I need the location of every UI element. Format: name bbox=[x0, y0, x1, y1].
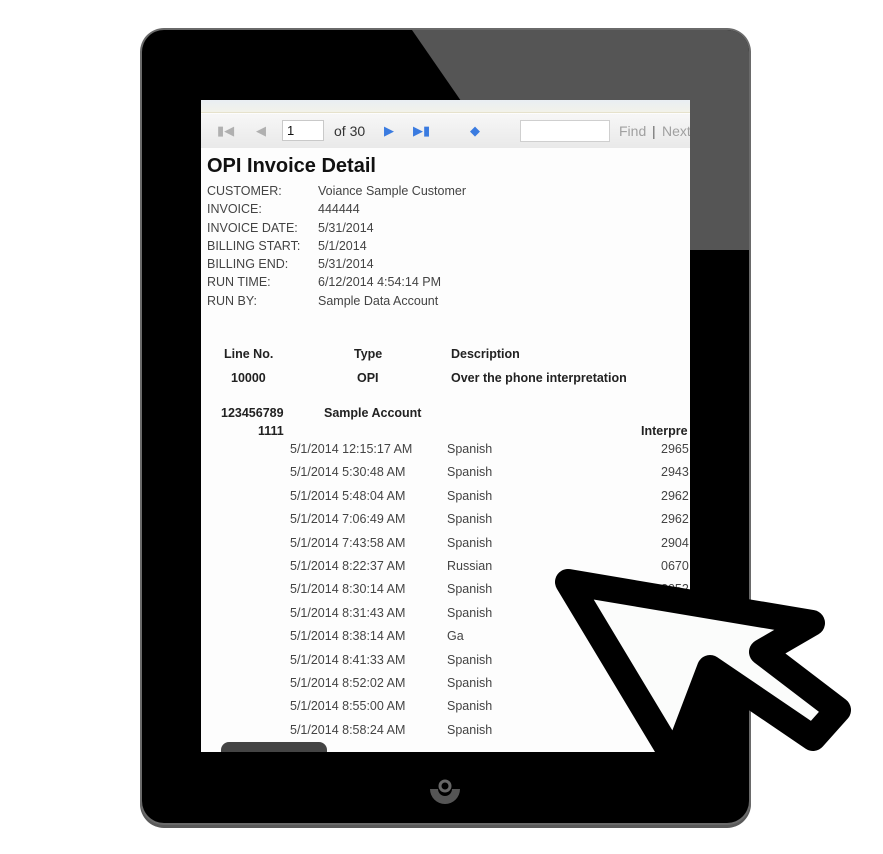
meta-label: CUSTOMER: bbox=[207, 184, 282, 198]
call-interpreter-id: 2943 bbox=[661, 465, 689, 480]
call-time: 5/1/2014 8:38:14 AM bbox=[290, 629, 406, 644]
meta-label: BILLING START: bbox=[207, 238, 301, 253]
meta-row-billing-start: BILLING START: 5/1/2014 bbox=[207, 237, 466, 255]
account-number: 123456789 bbox=[221, 406, 284, 420]
browser-top-strip bbox=[201, 100, 690, 113]
meta-value: 444444 bbox=[318, 202, 360, 217]
meta-row-run-time: RUN TIME: 6/12/2014 4:54:14 PM bbox=[207, 273, 466, 291]
line-description: Over the phone interpretation bbox=[451, 371, 627, 385]
column-header-line-no: Line No. bbox=[224, 347, 274, 361]
page-count-label: of 30 bbox=[334, 123, 366, 139]
line-number: 10000 bbox=[231, 371, 266, 385]
meta-label: INVOICE DATE: bbox=[207, 220, 298, 235]
call-language: Ga bbox=[447, 629, 464, 644]
call-time: 5/1/2014 5:48:04 AM bbox=[290, 488, 406, 503]
find-text-input[interactable] bbox=[520, 120, 610, 142]
call-interpreter-id: 2965 bbox=[661, 442, 689, 456]
call-language: Spanish bbox=[447, 535, 493, 550]
call-time: 5/1/2014 8:58:24 AM bbox=[290, 722, 406, 737]
call-time: 5/1/2014 7:43:58 AM bbox=[290, 535, 406, 550]
meta-label: RUN BY: bbox=[207, 293, 258, 308]
call-row: 5/1/2014 5:48:04 AM Spanish 2962 bbox=[201, 489, 690, 512]
call-language: Spanish bbox=[447, 465, 493, 480]
meta-value: 6/12/2014 4:54:14 PM bbox=[318, 275, 442, 290]
call-language: Spanish bbox=[447, 582, 493, 597]
call-language: Spanish bbox=[447, 488, 493, 503]
call-language: Russian bbox=[447, 558, 493, 573]
column-header-type: Type bbox=[354, 347, 383, 361]
meta-label: BILLING END: bbox=[207, 257, 289, 272]
call-language: Spanish bbox=[447, 605, 493, 620]
sub-account-number: 1111 bbox=[258, 424, 284, 438]
call-time: 5/1/2014 12:15:17 AM bbox=[290, 442, 413, 456]
call-row: 5/1/2014 7:06:49 AM Spanish 2962 bbox=[201, 512, 690, 535]
call-row: 5/1/2014 7:43:58 AM Spanish 2904 bbox=[201, 536, 690, 559]
call-time: 5/1/2014 8:41:33 AM bbox=[290, 652, 406, 667]
call-time: 5/1/2014 8:22:37 AM bbox=[290, 558, 406, 573]
bottom-overlay-tab[interactable] bbox=[221, 742, 327, 752]
meta-value: 5/1/2014 bbox=[318, 238, 367, 253]
meta-label: INVOICE: bbox=[207, 202, 262, 217]
call-language: Spanish bbox=[447, 675, 493, 690]
call-time: 5/1/2014 8:55:00 AM bbox=[290, 699, 406, 714]
call-language: Spanish bbox=[447, 722, 493, 737]
call-language: Spanish bbox=[447, 442, 493, 456]
meta-row-customer: CUSTOMER: Voiance Sample Customer bbox=[207, 182, 466, 200]
call-language: Spanish bbox=[447, 699, 493, 714]
call-time: 5/1/2014 8:31:43 AM bbox=[290, 605, 406, 620]
call-row: 5/1/2014 12:15:17 AM Spanish 2965 bbox=[201, 442, 690, 465]
call-time: 5/1/2014 8:52:02 AM bbox=[290, 675, 406, 690]
meta-row-invoice: INVOICE: 444444 bbox=[207, 200, 466, 218]
mouse-pointer-icon bbox=[555, 569, 851, 773]
call-interpreter-id: 2962 bbox=[661, 512, 689, 527]
meta-row-run-by: RUN BY: Sample Data Account bbox=[207, 292, 466, 310]
call-row: 5/1/2014 5:30:48 AM Spanish 2943 bbox=[201, 465, 690, 488]
call-time: 5/1/2014 8:30:14 AM bbox=[290, 582, 406, 597]
meta-value: 5/31/2014 bbox=[318, 257, 374, 272]
call-time: 5/1/2014 5:30:48 AM bbox=[290, 465, 406, 480]
call-language: Spanish bbox=[447, 512, 493, 527]
meta-row-billing-end: BILLING END: 5/31/2014 bbox=[207, 255, 466, 273]
find-separator: | bbox=[652, 123, 656, 139]
page-number-input[interactable] bbox=[282, 120, 324, 141]
report-title: OPI Invoice Detail bbox=[207, 155, 376, 177]
back-to-parent-icon[interactable]: ◆ bbox=[467, 123, 483, 139]
previous-page-icon[interactable]: ◀ bbox=[253, 123, 269, 139]
meta-row-invoice-date: INVOICE DATE: 5/31/2014 bbox=[207, 219, 466, 237]
next-page-icon[interactable]: ▶ bbox=[381, 123, 397, 139]
call-language: Spanish bbox=[447, 652, 493, 667]
report-metadata: CUSTOMER: Voiance Sample Customer INVOICE… bbox=[207, 182, 466, 310]
column-header-description: Description bbox=[451, 347, 520, 361]
meta-value: Voiance Sample Customer bbox=[318, 184, 466, 198]
last-page-icon[interactable]: ▶▮ bbox=[413, 123, 430, 139]
find-link[interactable]: Find bbox=[619, 123, 646, 139]
call-interpreter-id: 2904 bbox=[661, 535, 689, 550]
call-time: 5/1/2014 7:06:49 AM bbox=[290, 512, 406, 527]
report-toolbar: ▮◀ ◀ of 30 ▶ ▶▮ ◆ Find | Next bbox=[201, 114, 690, 148]
first-page-icon[interactable]: ▮◀ bbox=[217, 123, 234, 139]
meta-label: RUN TIME: bbox=[207, 275, 271, 290]
find-next-link[interactable]: Next bbox=[662, 123, 690, 139]
meta-value: 5/31/2014 bbox=[318, 220, 374, 235]
call-interpreter-id: 2962 bbox=[661, 488, 689, 503]
account-name: Sample Account bbox=[324, 406, 422, 420]
line-type: OPI bbox=[357, 371, 379, 385]
meta-value: Sample Data Account bbox=[318, 293, 439, 308]
home-button-icon[interactable] bbox=[426, 775, 464, 813]
column-header-interpreter: Interpre bbox=[641, 424, 688, 438]
